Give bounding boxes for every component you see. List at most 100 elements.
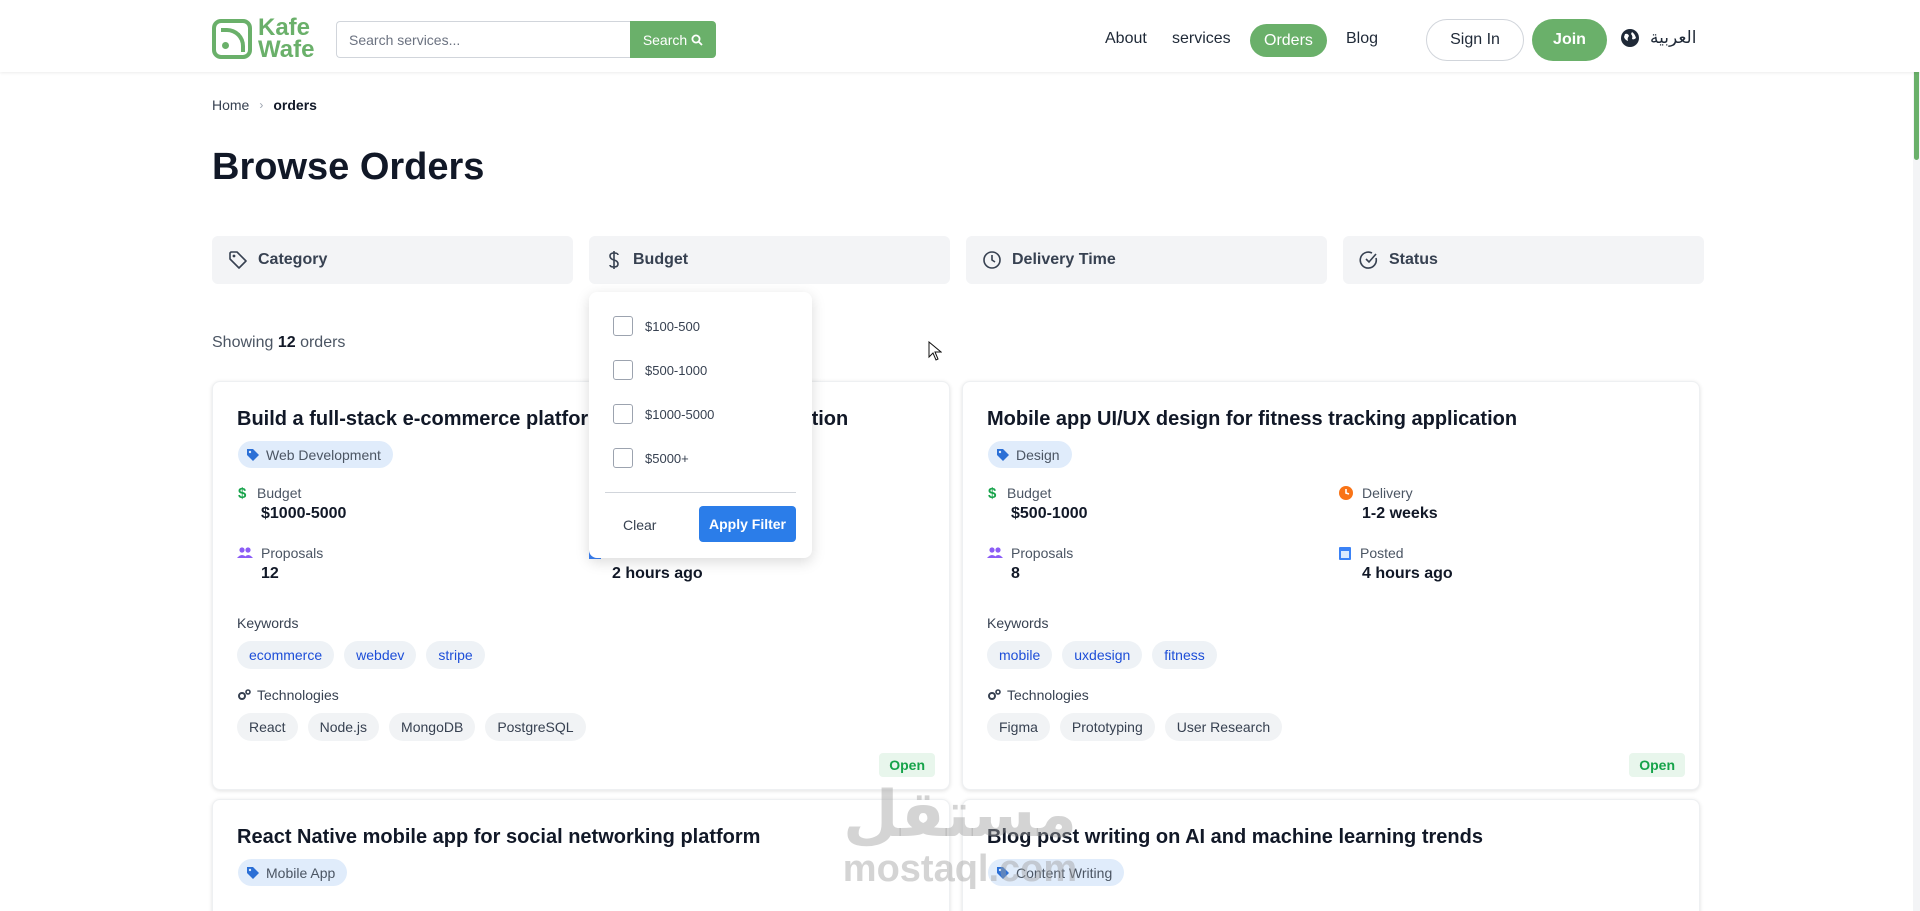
delivery-label: Delivery [1362, 485, 1413, 501]
budget-label: Budget [257, 485, 302, 501]
check-circle-icon [1359, 251, 1378, 269]
checkbox[interactable] [613, 448, 633, 468]
breadcrumb: Home › orders [212, 97, 317, 113]
budget-option-label: $500-1000 [645, 362, 708, 378]
category-tag-label: Mobile App [266, 864, 336, 881]
category-tag: Mobile App [238, 859, 348, 886]
dollar-icon [609, 251, 619, 269]
technologies-label: Technologies [1007, 687, 1089, 703]
nav-orders-active[interactable]: Orders [1250, 24, 1327, 57]
page-title: Browse Orders [212, 146, 485, 188]
logo[interactable]: Kafe Wafe [212, 16, 315, 63]
tag-icon [247, 866, 259, 879]
language-switcher[interactable]: العربية [1620, 28, 1696, 48]
delivery-value: 1-2 weeks [1362, 505, 1438, 522]
filter-category[interactable]: Category [212, 236, 573, 284]
clear-button[interactable]: Clear [623, 517, 656, 533]
proposals-value: 12 [261, 565, 279, 582]
technology-chip: Node.js [307, 713, 380, 741]
posted-meta: Posted 4 hours ago [1338, 545, 1453, 583]
budget-label: Budget [1007, 485, 1052, 501]
budget-option[interactable]: $1000-5000 [613, 404, 714, 424]
keyword-chip[interactable]: stripe [426, 641, 485, 669]
results-count: Showing 12 orders [212, 334, 345, 352]
language-label: العربية [1650, 28, 1697, 48]
results-number: 12 [277, 334, 296, 351]
technology-chip: PostgreSQL [485, 713, 586, 741]
globe-icon [1621, 29, 1639, 47]
technology-chip: React [237, 713, 298, 741]
budget-option[interactable]: $5000+ [613, 448, 689, 468]
delivery-meta: Delivery 1-2 weeks [1338, 485, 1438, 523]
filter-status[interactable]: Status [1343, 236, 1704, 284]
category-tag: Web Development [238, 441, 393, 468]
budget-value: $1000-5000 [261, 505, 347, 522]
dollar-icon: $ [238, 485, 247, 501]
users-icon [237, 547, 253, 558]
technology-chip: MongoDB [389, 713, 476, 741]
search-button[interactable]: Search [630, 21, 716, 58]
results-suffix: orders [300, 334, 346, 351]
search-input[interactable] [336, 21, 630, 58]
filter-category-label: Category [258, 251, 328, 268]
mouse-cursor-icon [928, 341, 942, 361]
logo-line-2: Wafe [258, 36, 315, 63]
technology-chip: Prototyping [1059, 713, 1155, 741]
filter-delivery-label: Delivery Time [1012, 251, 1116, 268]
posted-label: Posted [1360, 545, 1404, 561]
keyword-chip[interactable]: webdev [344, 641, 417, 669]
breadcrumb-chevron-icon: › [259, 98, 264, 112]
keyword-chip[interactable]: ecommerce [237, 641, 335, 669]
checkbox[interactable] [613, 316, 633, 336]
status-badge: Open [879, 753, 935, 777]
clock-icon [983, 251, 1001, 269]
watermark: مستقل mostaql.com [840, 780, 1080, 888]
order-title[interactable]: Mobile app UI/UX design for fitness trac… [987, 408, 1517, 431]
users-icon [987, 547, 1003, 558]
category-tag-label: Web Development [266, 446, 381, 463]
posted-value: 4 hours ago [1362, 565, 1453, 582]
proposals-value: 8 [1011, 565, 1020, 582]
keyword-list: mobile uxdesign fitness [987, 641, 1217, 669]
budget-option-label: $1000-5000 [645, 406, 715, 422]
technology-chip: Figma [987, 713, 1050, 741]
keyword-list: ecommerce webdev stripe [237, 641, 485, 669]
order-title[interactable]: React Native mobile app for social netwo… [237, 826, 760, 849]
breadcrumb-home[interactable]: Home [212, 97, 249, 113]
checkbox[interactable] [613, 360, 633, 380]
status-badge: Open [1629, 753, 1685, 777]
order-card[interactable]: Build a full-stack e-commerce platform w… [212, 381, 950, 790]
budget-option-label: $5000+ [645, 450, 689, 466]
join-button[interactable]: Join [1532, 19, 1607, 61]
proposals-meta: Proposals 8 [987, 545, 1073, 583]
budget-meta: $ Budget $500-1000 [987, 485, 1088, 523]
filter-delivery-time[interactable]: Delivery Time [966, 236, 1327, 284]
order-card[interactable]: Mobile app UI/UX design for fitness trac… [962, 381, 1700, 790]
technology-list: Figma Prototyping User Research [987, 713, 1283, 741]
tag-icon [229, 251, 247, 269]
proposals-meta: Proposals 12 [237, 545, 323, 583]
proposals-label: Proposals [261, 545, 324, 561]
nav-about[interactable]: About [1095, 22, 1157, 56]
keyword-chip[interactable]: fitness [1152, 641, 1217, 669]
keyword-chip[interactable]: uxdesign [1062, 641, 1143, 669]
results-prefix: Showing [212, 334, 274, 351]
nav-blog[interactable]: Blog [1336, 22, 1388, 56]
keyword-chip[interactable]: mobile [987, 641, 1053, 669]
nav-services[interactable]: services [1162, 22, 1241, 56]
sign-in-button[interactable]: Sign In [1426, 19, 1524, 61]
apply-filter-button[interactable]: Apply Filter [699, 506, 796, 542]
filter-status-label: Status [1389, 251, 1438, 268]
checkbox[interactable] [613, 404, 633, 424]
tag-icon [247, 448, 259, 461]
breadcrumb-current: orders [273, 97, 317, 113]
filter-budget[interactable]: Budget [589, 236, 950, 284]
gears-icon [238, 689, 251, 700]
proposals-label: Proposals [1011, 545, 1074, 561]
budget-option[interactable]: $500-1000 [613, 360, 707, 380]
budget-option[interactable]: $100-500 [613, 316, 700, 336]
budget-option-label: $100-500 [645, 318, 700, 334]
top-header: Kafe Wafe Search About services Orders B… [0, 0, 1920, 72]
budget-value: $500-1000 [1011, 505, 1088, 522]
svg-text:$: $ [988, 485, 997, 501]
